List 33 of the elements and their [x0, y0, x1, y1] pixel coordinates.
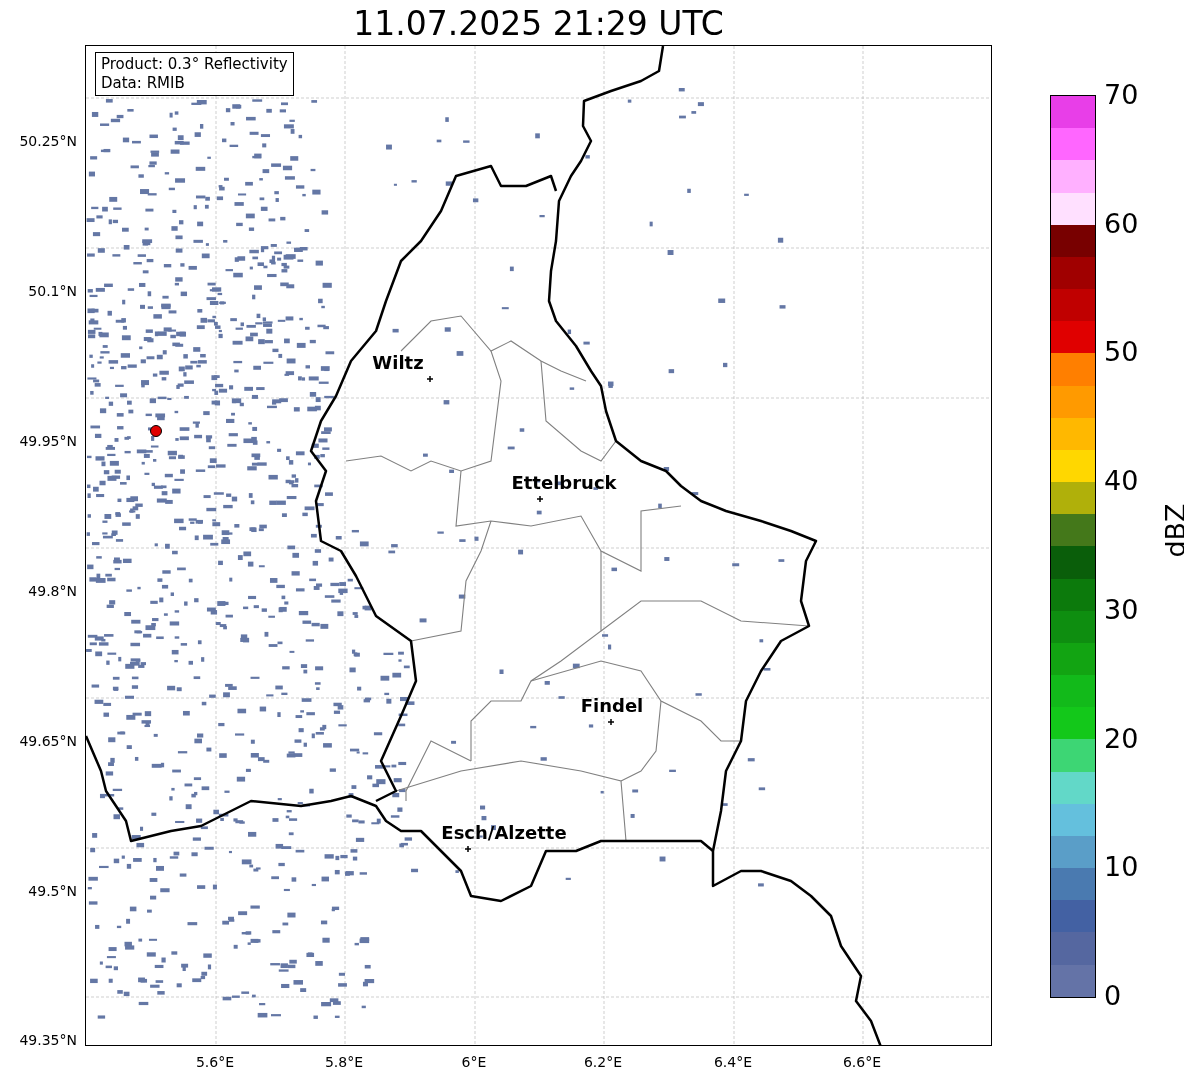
radar-site-icon: [150, 425, 162, 437]
axis-tick-label: 5.8°E: [323, 1054, 365, 1070]
colorbar-tick-label: 10: [1104, 851, 1139, 883]
city-marker-icon: [464, 845, 472, 853]
colorbar-tick-label: 20: [1104, 722, 1139, 754]
city-label: Ettelbruck: [511, 472, 617, 493]
axis-tick-label: 6.2°E: [582, 1054, 624, 1070]
info-text: Data: RMIB: [101, 74, 186, 93]
axis-tick-label: 6.6°E: [841, 1054, 883, 1070]
axis-tick-label: 6.4°E: [712, 1054, 754, 1070]
axis-tick-label: 49.95°N: [19, 433, 77, 449]
colorbar-tick-label: 50: [1104, 336, 1139, 368]
axis-tick-label: 50.25°N: [19, 133, 77, 149]
colorbar-tick-label: 30: [1104, 593, 1139, 625]
colorbar-tick-label: 70: [1104, 79, 1139, 110]
city-marker-icon: [536, 495, 544, 503]
info-text: Product: 0.3° Reflectivity: [101, 55, 288, 74]
colorbar-tick-label: 0: [1104, 980, 1122, 1011]
chart-title: 11.07.2025 21:29 UTC: [352, 4, 725, 43]
city-label: Wiltz: [372, 352, 424, 373]
city-label: Esch/Alzette: [441, 822, 567, 843]
city-marker-icon: [607, 718, 615, 726]
axis-tick-label: 5.6°E: [194, 1054, 236, 1070]
axis-tick-label: 49.8°N: [28, 583, 77, 599]
colorbar-tick-label: 40: [1104, 465, 1139, 497]
axis-tick-label: 49.35°N: [19, 1032, 77, 1048]
axis-tick-label: 6°E: [460, 1054, 488, 1070]
colorbar-tick-label: 60: [1104, 207, 1139, 239]
city-marker-icon: [426, 375, 434, 383]
axis-tick-label: 50.1°N: [28, 283, 77, 299]
axis-tick-label: 49.5°N: [28, 883, 77, 899]
city-label: Findel: [580, 695, 644, 716]
axis-tick-label: 49.65°N: [19, 733, 77, 749]
